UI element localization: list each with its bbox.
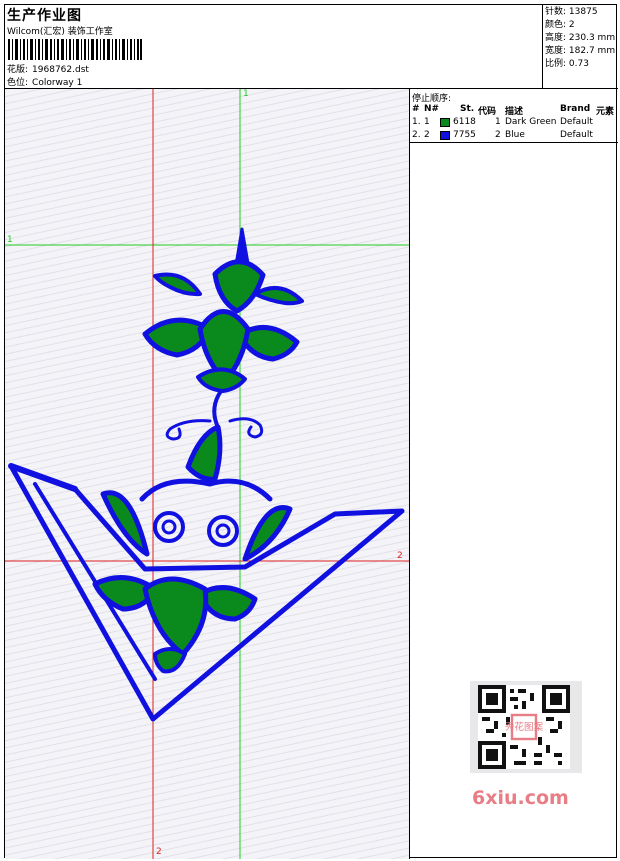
guide-v1-label: 1 xyxy=(243,89,249,99)
stop-sequence-panel: 停止顺序: # N# St. 代码 描述 Brand 元素 1. 1 6118 … xyxy=(410,89,618,859)
swirl-right xyxy=(228,417,264,439)
guide-v2-label: 2 xyxy=(156,847,162,857)
lotus-bottom xyxy=(153,647,187,674)
studio-name: Wilcom(汇宏) 装饰工作室 xyxy=(7,27,113,37)
stop-sequence-title: 停止顺序: xyxy=(412,94,452,104)
colorway: 色位: Colorway 1 xyxy=(7,75,82,88)
leaf-top-right xyxy=(253,285,304,306)
stat-scale: 比例: 0.73 xyxy=(545,59,589,69)
guide-h2-label: 2 xyxy=(397,551,403,561)
embroidery-design xyxy=(5,89,409,859)
page-title: 生产作业图 xyxy=(7,8,82,24)
stop-row: 1. 1 6118 1 Dark Green Default xyxy=(412,117,593,127)
design-file: 花版: 1968762.dst xyxy=(7,62,89,75)
lotus-leaf-right xyxy=(197,585,258,622)
stat-width: 宽度: 182.7 mm xyxy=(545,46,616,56)
stat-stitches: 针数: 13875 xyxy=(545,7,598,17)
flower-base xyxy=(196,367,247,393)
watermark-logo: 6xiu.com xyxy=(472,787,569,809)
qr-code-watermark: 秀花图案 xyxy=(470,681,582,773)
guide-h1-label: 1 xyxy=(7,235,13,245)
colorway-label: 色位: xyxy=(7,78,29,88)
colorway-value: Colorway 1 xyxy=(32,78,83,88)
spiral-right xyxy=(207,515,239,547)
stats-panel: 针数: 13875 颜色: 2 高度: 230.3 mm 宽度: 182.7 m… xyxy=(543,5,618,89)
header-info: 生产作业图 Wilcom(汇宏) 装饰工作室 花版: 1968762.dst 色… xyxy=(5,5,543,89)
spiral-left xyxy=(153,511,185,543)
lower-bud xyxy=(185,424,223,482)
production-sheet: 生产作业图 Wilcom(汇宏) 装饰工作室 花版: 1968762.dst 色… xyxy=(4,4,618,859)
design-value: 1968762.dst xyxy=(32,65,89,75)
stop-row: 2. 2 7755 2 Blue Default xyxy=(412,130,593,140)
lotus-center xyxy=(142,576,209,657)
stat-height: 高度: 230.3 mm xyxy=(545,33,616,43)
panel-divider xyxy=(410,142,618,143)
stop-sequence-header: # N# St. 代码 描述 Brand 元素 xyxy=(412,104,615,117)
top-bud xyxy=(212,259,266,314)
qr-stamp-text: 秀花图案 xyxy=(505,721,544,733)
stat-colors: 颜色: 2 xyxy=(545,20,575,30)
lotus-rim xyxy=(139,478,273,502)
motif xyxy=(8,227,405,722)
qr-code-icon: 秀花图案 xyxy=(478,685,570,769)
design-canvas: 1 1 2 2 xyxy=(5,89,410,859)
leaf-top-left xyxy=(153,272,202,297)
design-label: 花版: xyxy=(7,65,29,75)
barcode-icon xyxy=(8,39,142,60)
